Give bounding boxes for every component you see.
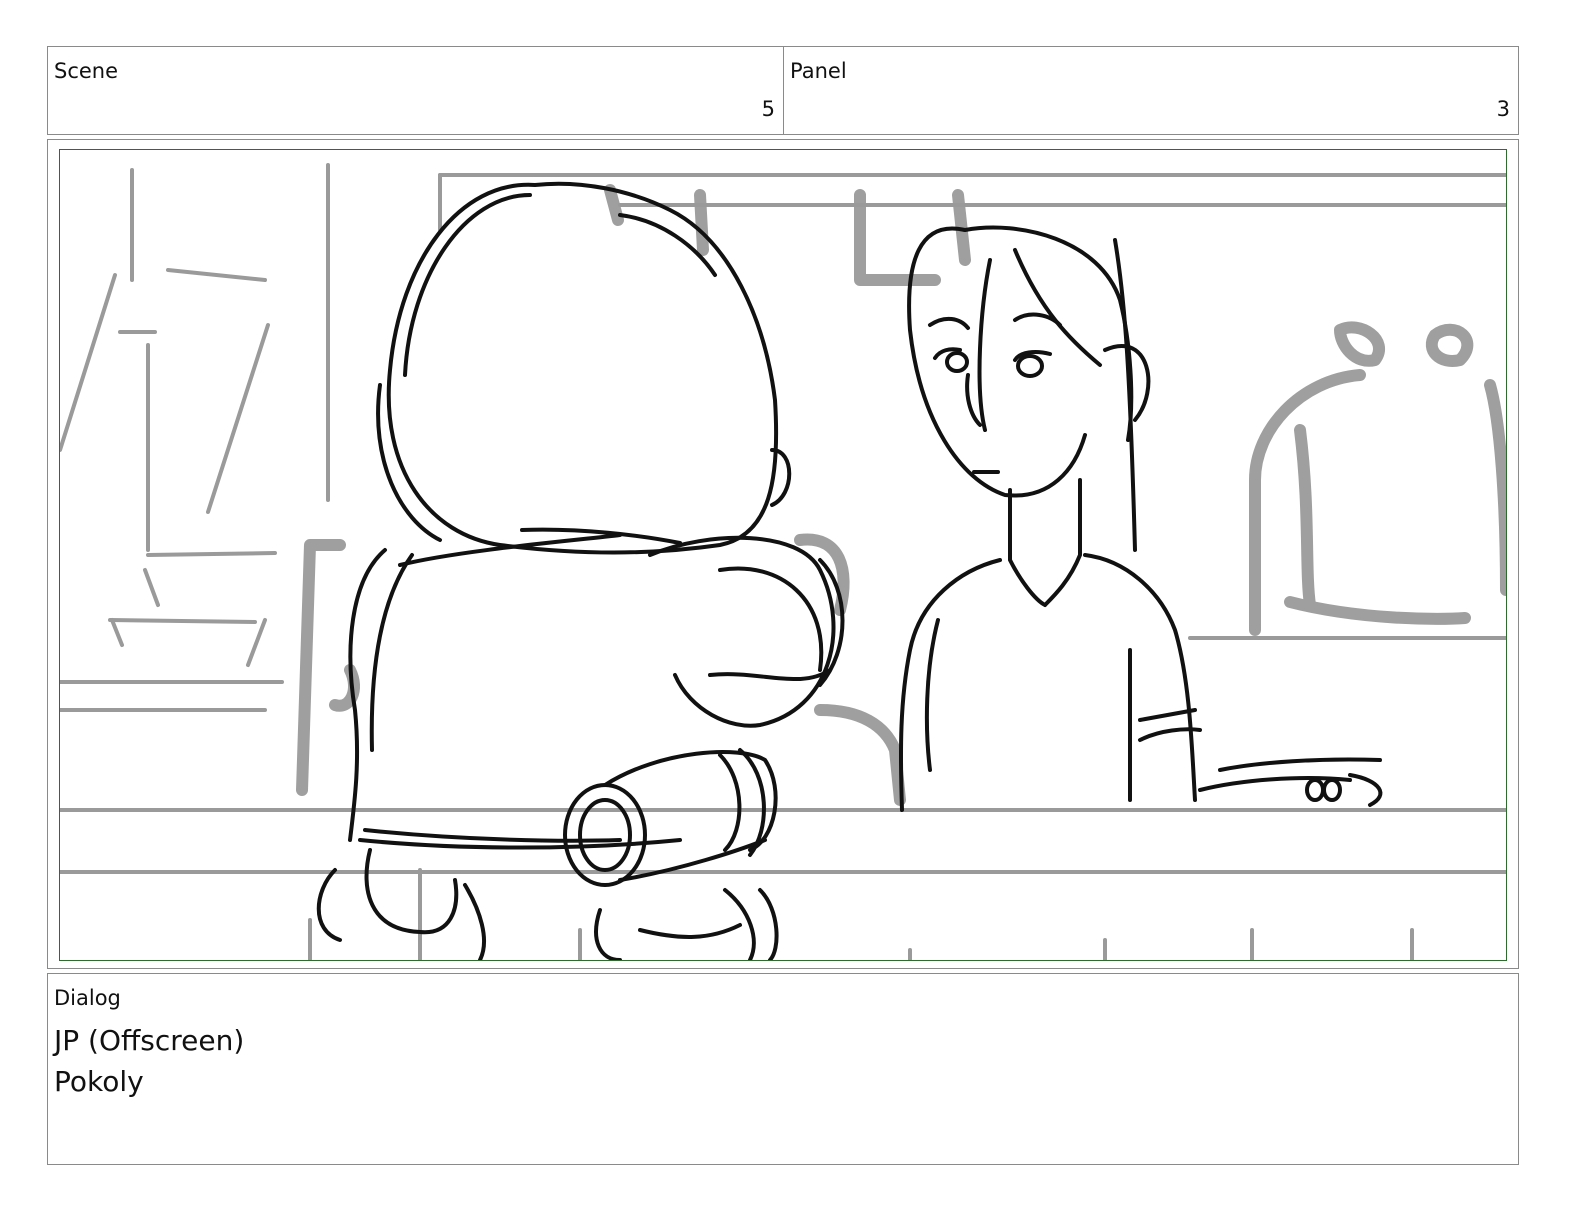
- scene-number: 5: [761, 97, 775, 121]
- dialog-text: Pokoly: [54, 1065, 144, 1098]
- dialog-label: Dialog: [54, 986, 121, 1010]
- scene-cell: Scene 5: [48, 47, 784, 134]
- storyboard-sketch: [60, 163, 1506, 960]
- storyboard-frame: [59, 149, 1507, 961]
- character-sketch: [316, 181, 1383, 960]
- header-bar: Scene 5 Panel 3: [47, 46, 1519, 135]
- background-sketch: [60, 163, 1506, 960]
- panel-cell: Panel 3: [784, 47, 1518, 134]
- dialog-box: Dialog JP (Offscreen) Pokoly: [47, 973, 1519, 1165]
- scene-label: Scene: [54, 59, 119, 83]
- dialog-speaker: JP (Offscreen): [54, 1024, 245, 1057]
- panel-number: 3: [1496, 97, 1510, 121]
- panel-label: Panel: [790, 59, 847, 83]
